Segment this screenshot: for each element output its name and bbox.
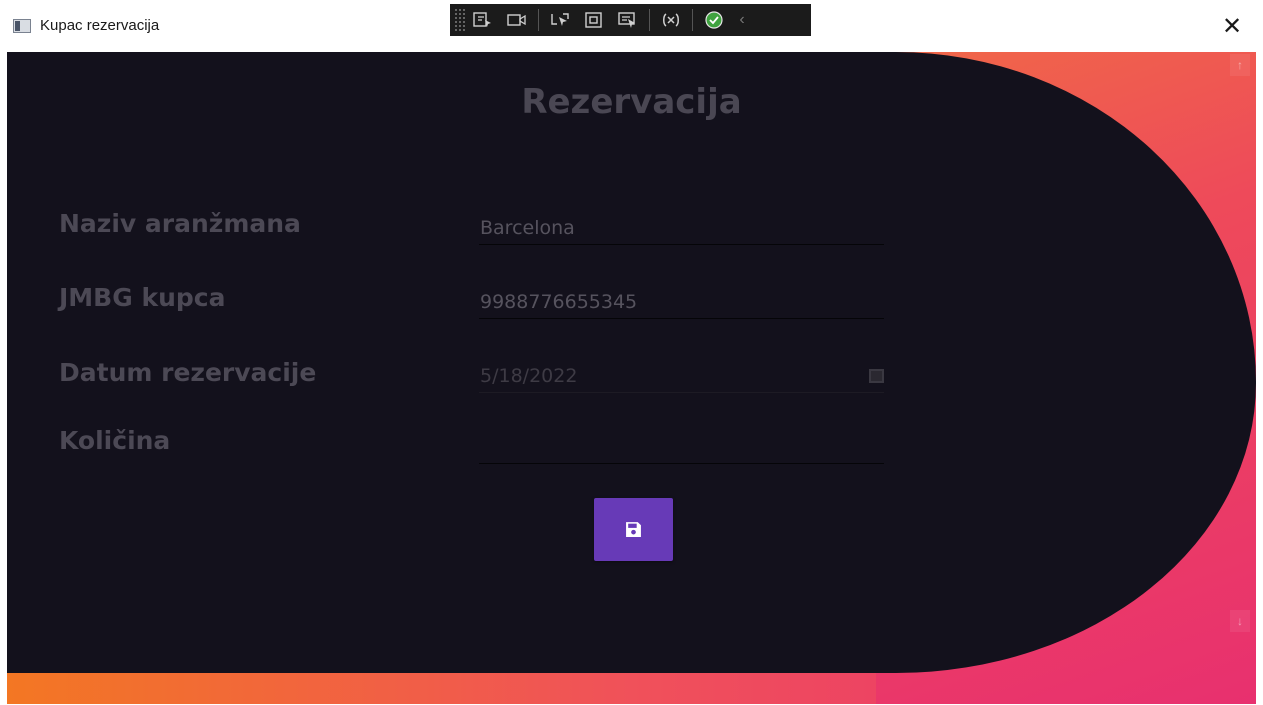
floppy-disk-icon — [626, 522, 641, 537]
label-customer-jmbg: JMBG kupca — [59, 283, 226, 312]
window-close-button[interactable]: ✕ — [1210, 8, 1254, 44]
save-button[interactable] — [594, 498, 673, 561]
app-content-area: Rezervacija Naziv aranžmana Barcelona JM… — [7, 52, 1256, 704]
scroll-up-arrow-icon[interactable]: ↑ — [1230, 54, 1250, 76]
toolbar-grip-icon[interactable] — [454, 8, 466, 32]
window-titlebar: Kupac rezervacija ‹ ✕ — [0, 0, 1263, 52]
checkmark-icon[interactable] — [697, 6, 731, 34]
label-quantity: Količina — [59, 426, 171, 455]
app-window-icon — [13, 19, 31, 33]
xaml-debug-toolbar: ‹ — [450, 4, 811, 36]
toolbar-separator — [692, 9, 693, 31]
quantity-input[interactable] — [479, 428, 884, 464]
arrangement-name-input[interactable]: Barcelona — [479, 209, 884, 245]
video-record-icon[interactable] — [500, 6, 534, 34]
customer-jmbg-input[interactable]: 9988776655345 — [479, 283, 884, 319]
page-title: Rezervacija — [521, 82, 742, 122]
label-reservation-date: Datum rezervacije — [59, 358, 317, 387]
calendar-icon[interactable] — [869, 369, 884, 383]
label-arrangement-name: Naziv aranžmana — [59, 209, 301, 238]
reservation-date-picker[interactable]: 5/18/2022 — [479, 357, 884, 393]
toolbar-collapse-icon[interactable]: ‹ — [731, 11, 753, 29]
scroll-down-arrow-icon[interactable]: ↓ — [1230, 610, 1250, 632]
track-focus-icon[interactable] — [611, 6, 645, 34]
window-title: Kupac rezervacija — [40, 17, 160, 34]
binding-failures-icon[interactable] — [654, 6, 688, 34]
form-panel: Rezervacija Naziv aranžmana Barcelona JM… — [7, 52, 1256, 673]
select-element-icon[interactable] — [543, 6, 577, 34]
layout-adorners-icon[interactable] — [577, 6, 611, 34]
live-visual-tree-icon[interactable] — [466, 6, 500, 34]
toolbar-separator — [538, 9, 539, 31]
toolbar-separator — [649, 9, 650, 31]
reservation-date-value: 5/18/2022 — [480, 364, 578, 387]
